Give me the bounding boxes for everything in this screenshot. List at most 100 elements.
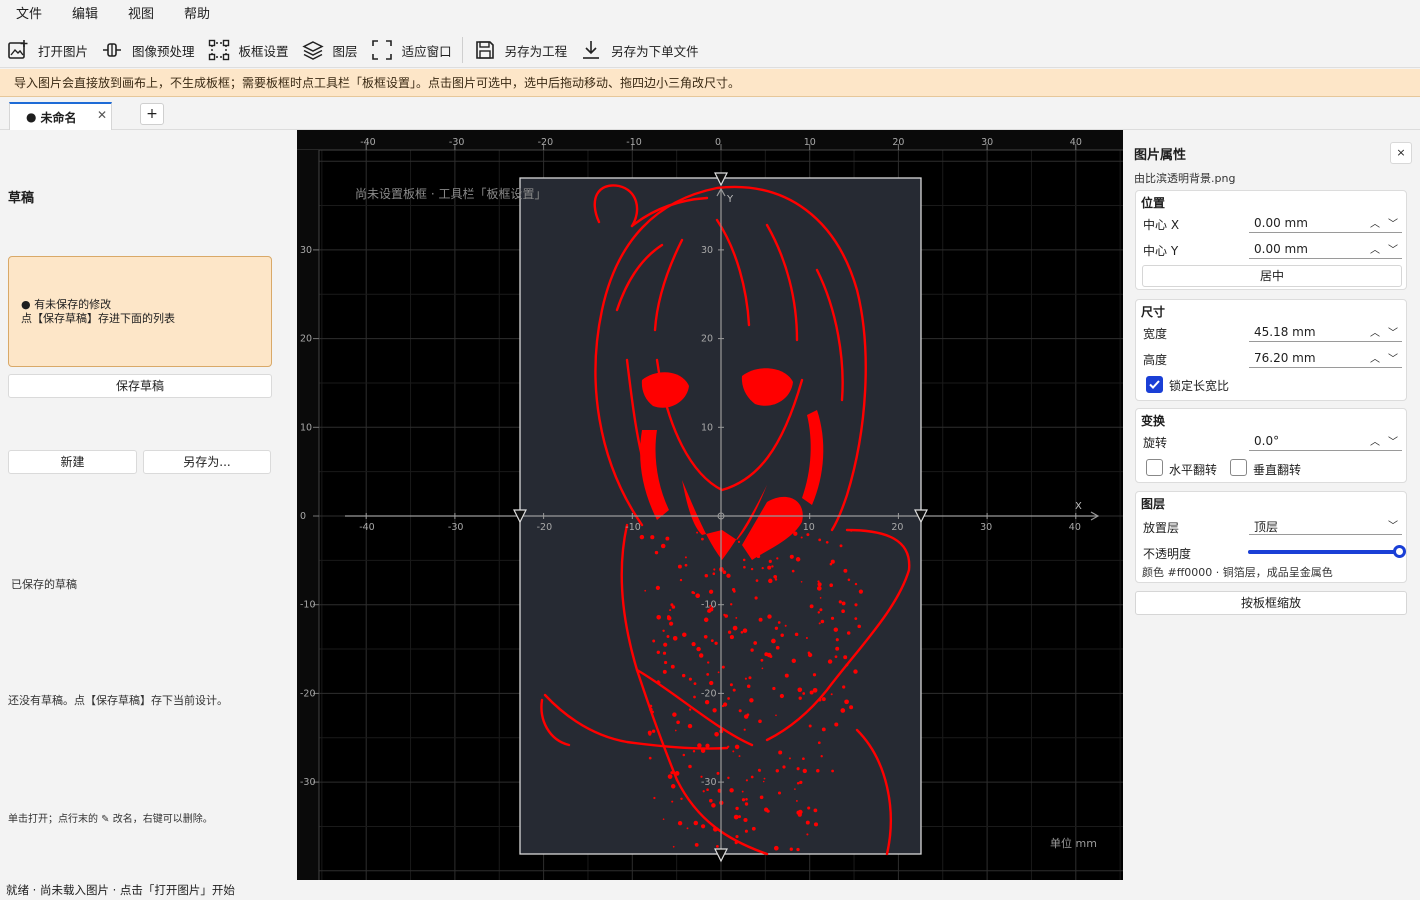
chevron-down-icon[interactable]: ﹀ bbox=[1388, 350, 1398, 365]
opacity-slider-handle[interactable] bbox=[1393, 545, 1406, 558]
lace-dot bbox=[696, 531, 699, 534]
menu-view[interactable]: 视图 bbox=[113, 0, 169, 31]
lace-dot bbox=[854, 582, 858, 586]
toolbar: 打开图片 图像预处理 板框设置 图层 适应窗口 另存为工程 另存为下单文件 bbox=[0, 33, 1420, 68]
center-x-input[interactable]: 0.00 mm ︿ ﹀ bbox=[1249, 213, 1402, 233]
menu-file[interactable]: 文件 bbox=[0, 0, 57, 31]
preprocess-button[interactable]: 图像预处理 bbox=[94, 34, 201, 67]
place-layer-select[interactable]: 顶层 ﹀ bbox=[1249, 515, 1402, 535]
document-tab[interactable]: ● 未命名 ✕ bbox=[9, 102, 112, 130]
chevron-up-icon[interactable]: ︿ bbox=[1370, 433, 1380, 448]
lace-dot bbox=[766, 809, 770, 813]
lace-dot bbox=[774, 626, 779, 630]
fit-window-button[interactable]: 适应窗口 bbox=[364, 34, 458, 67]
save-order-button[interactable]: 另存为下单文件 bbox=[573, 34, 705, 67]
menu-help[interactable]: 帮助 bbox=[169, 0, 225, 31]
chevron-down-icon[interactable]: ﹀ bbox=[1388, 324, 1398, 339]
lace-dot bbox=[653, 796, 656, 800]
lace-dot bbox=[755, 579, 759, 582]
close-icon[interactable]: ✕ bbox=[97, 108, 107, 122]
close-panel-button[interactable]: × bbox=[1390, 142, 1412, 164]
lace-dot bbox=[807, 651, 811, 655]
chevron-down-icon[interactable]: ﹀ bbox=[1388, 215, 1398, 230]
lace-dot bbox=[760, 658, 764, 662]
center-y-value: 0.00 mm bbox=[1254, 242, 1308, 256]
lace-dot bbox=[672, 712, 677, 717]
lace-dot bbox=[701, 537, 704, 541]
lace-dot bbox=[712, 572, 716, 575]
height-input[interactable]: 76.20 mm ︿ ﹀ bbox=[1249, 348, 1402, 368]
chevron-down-icon[interactable]: ﹀ bbox=[1388, 241, 1398, 256]
position-group: 位置 中心 X 0.00 mm ︿ ﹀ 中心 Y 0.00 mm ︿ ﹀ 居中 bbox=[1135, 190, 1407, 290]
width-input[interactable]: 45.18 mm ︿ ﹀ bbox=[1249, 322, 1402, 342]
lace-dot bbox=[754, 596, 758, 600]
lace-dot bbox=[838, 600, 842, 604]
lace-dot bbox=[746, 684, 751, 688]
center-button[interactable]: 居中 bbox=[1142, 265, 1402, 287]
lace-dot bbox=[734, 841, 738, 845]
lace-dot bbox=[763, 777, 766, 780]
lace-dot bbox=[751, 826, 756, 831]
chevron-down-icon[interactable]: ﹀ bbox=[1388, 433, 1398, 448]
chevron-up-icon[interactable]: ︿ bbox=[1370, 215, 1380, 230]
lace-dot bbox=[727, 697, 730, 700]
lace-dot bbox=[729, 788, 734, 793]
lace-dot bbox=[799, 780, 803, 785]
lace-dot bbox=[698, 653, 704, 658]
frame-settings-button[interactable]: 板框设置 bbox=[201, 34, 295, 67]
lace-dot bbox=[821, 697, 826, 702]
lace-dot bbox=[658, 681, 661, 684]
rotation-value: 0.0° bbox=[1254, 434, 1280, 448]
lace-dot bbox=[743, 728, 746, 731]
top-ruler-bg bbox=[297, 130, 1123, 150]
lace-dot bbox=[740, 631, 744, 634]
chevron-up-icon[interactable]: ︿ bbox=[1370, 241, 1380, 256]
lace-dot bbox=[743, 714, 749, 719]
layers-icon bbox=[301, 38, 325, 62]
lace-dot bbox=[744, 829, 748, 833]
lace-dot bbox=[753, 641, 758, 645]
resize-handle-bottom[interactable] bbox=[714, 848, 728, 863]
save-project-button[interactable]: 另存为工程 bbox=[467, 34, 574, 67]
hflip-checkbox[interactable] bbox=[1146, 459, 1163, 476]
lace-dot bbox=[835, 646, 840, 651]
lace-dot bbox=[745, 797, 748, 801]
save-draft-button[interactable]: 保存草稿 bbox=[8, 374, 272, 398]
drafts-title: 草稿 bbox=[8, 191, 35, 206]
design-canvas[interactable]: -40 -30 -20 -10 0 10 20 30 40 30 20 10 0 -10 -20 -30 -… bbox=[297, 130, 1123, 880]
scale-to-frame-button[interactable]: 按板框缩放 bbox=[1135, 591, 1407, 615]
lace-dot bbox=[672, 845, 675, 848]
lace-dot bbox=[721, 704, 725, 708]
lace-dot bbox=[704, 700, 710, 705]
height-value: 76.20 mm bbox=[1254, 351, 1316, 365]
position-title: 位置 bbox=[1141, 196, 1166, 210]
lace-dot bbox=[663, 642, 668, 647]
open-image-button[interactable]: 打开图片 bbox=[0, 34, 94, 67]
lace-dot bbox=[797, 812, 802, 817]
lock-aspect-checkbox[interactable] bbox=[1146, 376, 1163, 393]
chevron-up-icon[interactable]: ︿ bbox=[1370, 324, 1380, 339]
layers-button[interactable]: 图层 bbox=[295, 34, 364, 67]
new-draft-button[interactable]: 新建 bbox=[8, 450, 137, 474]
new-tab-button[interactable]: + bbox=[140, 103, 164, 125]
layer-group: 图层 放置层 顶层 ﹀ 不透明度 颜色 #ff0000 · 铜箔层，成品呈金属色 bbox=[1135, 491, 1407, 583]
lace-dot bbox=[669, 621, 674, 626]
top-ruler-label: -10 bbox=[626, 137, 642, 148]
save-as-button[interactable]: 另存为... bbox=[143, 450, 271, 474]
lace-dot bbox=[691, 642, 696, 647]
center-y-input[interactable]: 0.00 mm ︿ ﹀ bbox=[1249, 239, 1402, 259]
lace-dot bbox=[735, 806, 739, 811]
chevron-up-icon[interactable]: ︿ bbox=[1370, 350, 1380, 365]
vflip-checkbox[interactable] bbox=[1230, 459, 1247, 476]
document-tab-label: 未命名 bbox=[40, 110, 77, 125]
tab-bar: ● 未命名 ✕ + bbox=[0, 98, 1420, 130]
lace-dot bbox=[671, 800, 674, 803]
lace-dot bbox=[696, 646, 701, 652]
opacity-track[interactable] bbox=[1248, 545, 1406, 558]
lace-dot bbox=[775, 714, 777, 717]
menu-edit[interactable]: 编辑 bbox=[57, 0, 113, 31]
lace-dot bbox=[684, 556, 687, 559]
rotation-input[interactable]: 0.0° ︿ ﹀ bbox=[1249, 431, 1402, 451]
vflip-label: 垂直翻转 bbox=[1253, 463, 1302, 477]
x-axis-tick-label: -10 bbox=[625, 522, 641, 533]
